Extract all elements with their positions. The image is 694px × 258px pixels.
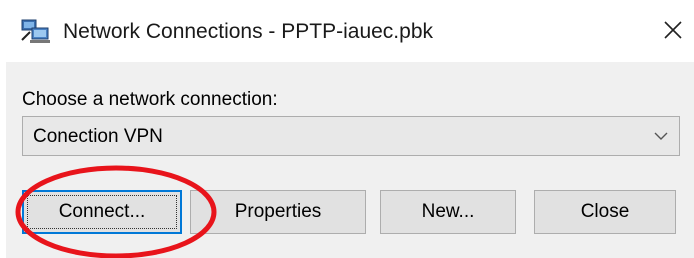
connection-select-value: Conection VPN	[33, 126, 163, 147]
network-connections-icon	[21, 19, 50, 43]
title-bar: Network Connections - PPTP-iauec.pbk	[0, 0, 694, 62]
properties-button[interactable]: Properties	[190, 190, 366, 234]
chevron-down-icon	[654, 132, 668, 140]
new-button[interactable]: New...	[380, 190, 516, 234]
connection-select[interactable]: Conection VPN	[22, 116, 680, 156]
close-icon[interactable]	[660, 16, 686, 44]
close-button[interactable]: Close	[534, 190, 676, 234]
properties-button-label: Properties	[234, 201, 322, 222]
connect-button-label: Connect...	[58, 201, 146, 222]
window-title: Network Connections - PPTP-iauec.pbk	[63, 20, 433, 43]
connection-prompt-label: Choose a network connection:	[22, 89, 278, 110]
close-button-label: Close	[580, 201, 630, 222]
connect-button[interactable]: Connect...	[22, 190, 182, 234]
new-button-label: New...	[421, 201, 475, 222]
